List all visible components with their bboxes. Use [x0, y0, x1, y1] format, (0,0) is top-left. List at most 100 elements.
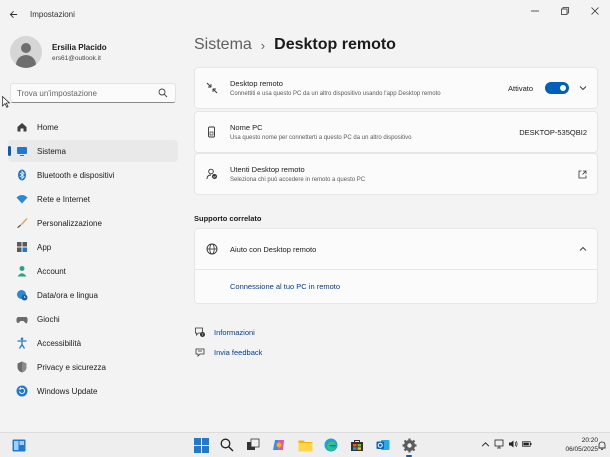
minimize-icon [531, 10, 539, 12]
clock-date: 06/05/2025 [565, 446, 598, 453]
tray-overflow-button[interactable] [480, 439, 490, 449]
feedback-icon [194, 346, 206, 358]
user-profile[interactable]: Ersilia Placido ers61@outlook.it [10, 36, 107, 68]
speaker-icon [509, 440, 518, 448]
search-icon[interactable] [158, 88, 168, 98]
sidebar-item-privacy[interactable]: Privacy e sicurezza [8, 356, 178, 378]
feedback-link[interactable]: Invia feedback [194, 342, 262, 362]
svg-text:?: ? [202, 333, 204, 337]
breadcrumb: Sistema › Desktop remoto [194, 36, 396, 54]
store-icon [351, 440, 363, 451]
open-external-icon[interactable] [578, 170, 587, 179]
battery-icon [522, 441, 532, 447]
ethernet-icon [494, 439, 504, 449]
start-button[interactable] [192, 436, 210, 454]
sidebar-item-label: Rete e Internet [37, 194, 90, 204]
sidebar-item-time-language[interactable]: Data/ora e lingua [8, 284, 178, 306]
gamepad-icon [16, 313, 28, 325]
chevron-up-icon [481, 441, 489, 447]
sidebar-item-bluetooth[interactable]: Bluetooth e dispositivi [8, 164, 178, 186]
notification-bell-icon[interactable] [598, 441, 606, 450]
remote-desktop-card[interactable]: Desktop remoto Connettiti e usa questo P… [194, 67, 598, 109]
sidebar-item-accessibility[interactable]: Accessibilità [8, 332, 178, 354]
apps-icon [16, 241, 28, 253]
info-link-label: Informazioni [214, 327, 255, 337]
taskbar-apps [192, 436, 426, 457]
related-support-card: Aiuto con Desktop remoto Connessione al … [194, 228, 598, 304]
close-button[interactable] [580, 0, 610, 22]
help-title: Aiuto con Desktop remoto [230, 244, 317, 254]
sidebar-item-home[interactable]: Home [8, 116, 178, 138]
outlook-icon [376, 440, 390, 450]
sidebar-item-label: Giochi [37, 314, 60, 324]
related-support-heading: Supporto correlato [194, 214, 262, 223]
toggle-status: Attivato [507, 83, 533, 93]
volume-status[interactable] [508, 439, 518, 449]
network-status[interactable] [494, 439, 504, 449]
clock-time: 20:20 [581, 437, 598, 444]
chevron-up-icon[interactable] [579, 245, 587, 253]
maximize-button[interactable] [550, 0, 580, 22]
system-icon [16, 145, 28, 157]
file-explorer-button[interactable] [296, 436, 314, 454]
search-box[interactable] [10, 83, 176, 103]
battery-status[interactable] [522, 439, 532, 449]
arrow-left-icon [9, 10, 17, 18]
copilot-icon [273, 440, 284, 450]
sidebar-item-gaming[interactable]: Giochi [8, 308, 178, 330]
sidebar-item-apps[interactable]: App [8, 236, 178, 258]
gear-icon [402, 438, 416, 452]
help-expander[interactable]: Aiuto con Desktop remoto [195, 229, 597, 269]
remote-desktop-icon [206, 82, 218, 94]
remote-users-card[interactable]: Utenti Desktop remoto Seleziona chi può … [194, 153, 598, 195]
folder-icon [298, 440, 312, 451]
shield-icon [16, 361, 28, 373]
help-icon: ? [194, 326, 206, 338]
system-tray [480, 439, 536, 449]
widgets-icon[interactable] [12, 439, 26, 452]
task-view-icon [247, 438, 260, 450]
windows-logo-icon [193, 437, 209, 453]
sidebar-item-network[interactable]: Rete e Internet [8, 188, 178, 210]
remote-users-description: Seleziona chi può accedere in remoto a q… [230, 177, 366, 183]
home-icon [16, 121, 28, 133]
bluetooth-icon [16, 169, 28, 181]
close-icon [591, 7, 599, 15]
taskbar-search-button[interactable] [218, 436, 236, 454]
sidebar-item-account[interactable]: Account [8, 260, 178, 282]
sidebar-item-label: Sistema [37, 146, 66, 156]
sidebar: Ersilia Placido ers61@outlook.it Home Si… [0, 28, 186, 432]
sidebar-item-windows-update[interactable]: Windows Update [8, 380, 178, 402]
get-help-link[interactable]: ? Informazioni [194, 322, 262, 342]
search-input[interactable] [17, 88, 157, 98]
sidebar-item-label: Windows Update [37, 386, 98, 396]
task-view-button[interactable] [244, 436, 262, 454]
taskbar: 20:20 06/05/2025 [0, 432, 610, 457]
chevron-down-icon[interactable] [579, 84, 587, 92]
minimize-button[interactable] [520, 0, 550, 22]
profile-email: ers61@outlook.it [52, 54, 101, 62]
breadcrumb-parent[interactable]: Sistema [194, 36, 252, 54]
settings-button[interactable] [400, 436, 418, 457]
footer-links: ? Informazioni Invia feedback [194, 322, 262, 362]
edge-button[interactable] [322, 436, 340, 454]
title-bar: Impostazioni [0, 0, 610, 28]
main-content: Sistema › Desktop remoto Desktop remoto … [194, 28, 598, 432]
remote-desktop-toggle[interactable] [545, 82, 569, 94]
sidebar-item-system[interactable]: Sistema [8, 140, 178, 162]
accessibility-icon [16, 337, 28, 349]
sidebar-item-label: Personalizzazione [37, 218, 102, 228]
profile-name: Ersilia Placido [52, 42, 107, 52]
copilot-button[interactable] [270, 436, 288, 454]
update-icon [16, 385, 28, 397]
sidebar-nav: Home Sistema Bluetooth e dispositivi Ret… [8, 116, 178, 404]
pc-name-value: DESKTOP-535QBI2 [519, 127, 587, 137]
outlook-button[interactable] [374, 436, 392, 454]
connect-remote-link[interactable]: Connessione al tuo PC in remoto [230, 282, 340, 291]
taskbar-clock[interactable]: 20:20 06/05/2025 [550, 436, 598, 454]
back-button[interactable] [0, 0, 26, 28]
store-button[interactable] [348, 436, 366, 454]
sidebar-item-personalization[interactable]: Personalizzazione [8, 212, 178, 234]
sidebar-item-label: App [37, 242, 52, 252]
account-icon [16, 265, 28, 277]
